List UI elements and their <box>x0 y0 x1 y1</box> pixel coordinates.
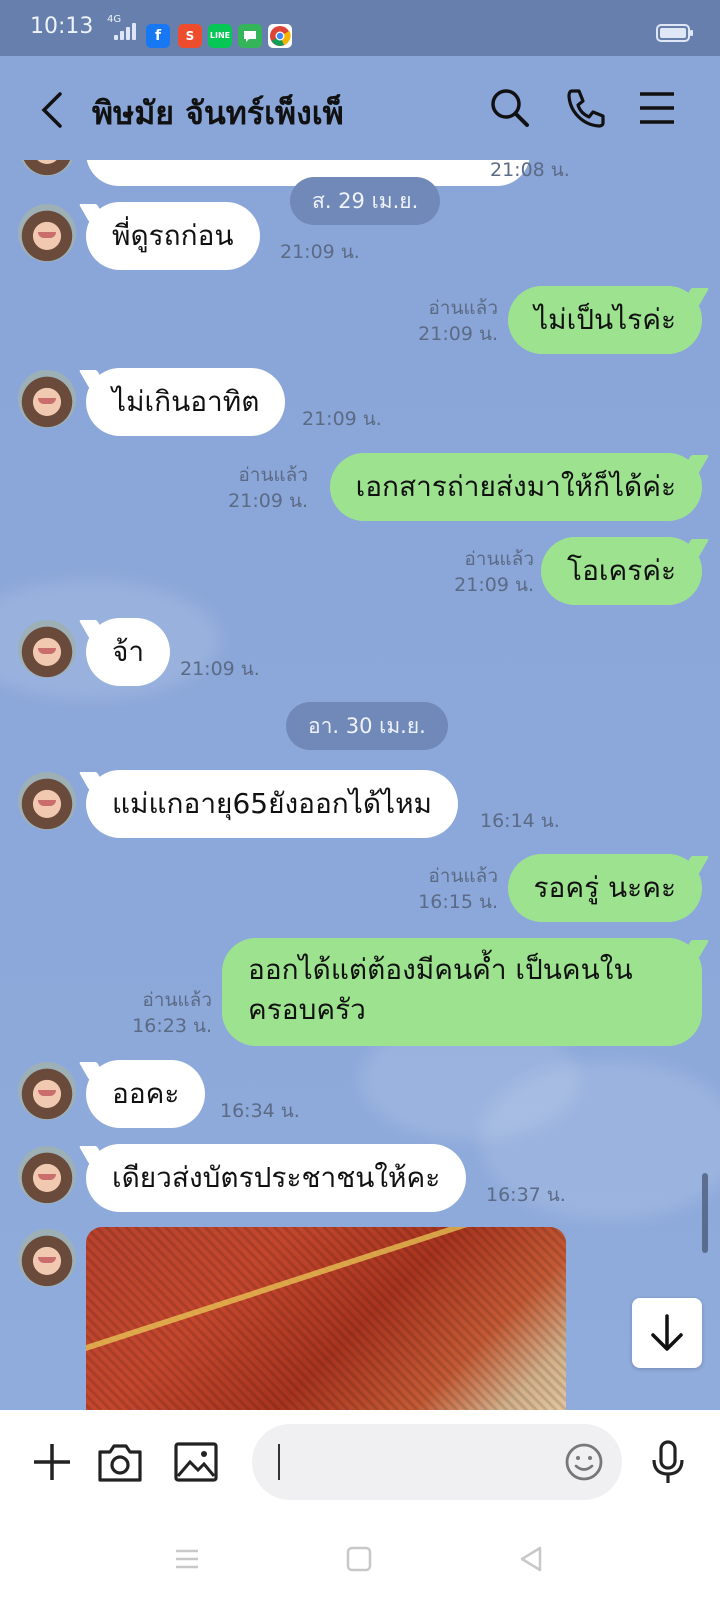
gallery-icon[interactable] <box>170 1436 222 1488</box>
message-bubble[interactable]: ออคะ <box>86 1060 206 1128</box>
avatar[interactable] <box>18 1062 76 1120</box>
message-field[interactable] <box>252 1424 622 1500</box>
read-receipt: อ่านแล้ว 16:23 น. <box>132 987 212 1039</box>
emoji-icon[interactable] <box>564 1442 604 1482</box>
message-bubble[interactable]: ไม่เกินอาทิต <box>86 368 286 436</box>
date-separator: อา. 30 เม.ย. <box>286 702 448 750</box>
recents-icon[interactable] <box>170 1542 204 1576</box>
scrollbar[interactable] <box>702 1173 708 1253</box>
menu-icon[interactable] <box>634 84 682 132</box>
battery-icon <box>656 24 693 42</box>
read-receipt: อ่านแล้ว 16:15 น. <box>418 863 498 915</box>
message-icon <box>238 24 262 48</box>
read-status: อ่านแล้ว <box>142 989 212 1011</box>
message-time: 21:08 น. <box>490 160 570 181</box>
message-line: ออกได้แต่ต้องมีคนค้ำ เป็นคนใน <box>248 953 633 986</box>
message-time: 21:09 น. <box>280 241 360 263</box>
message-bubble[interactable]: ออกได้แต่ต้องมีคนค้ำ เป็นคนใน ครอบครัว <box>222 938 702 1046</box>
message-bubble[interactable]: ไม่เป็นไรค่ะ <box>508 286 702 354</box>
system-nav-bar <box>0 1516 720 1600</box>
avatar[interactable] <box>18 1146 76 1204</box>
arrow-down-icon <box>651 1314 683 1351</box>
message-input-bar <box>0 1410 720 1516</box>
status-time: 10:13 <box>30 14 94 39</box>
message-bubble[interactable]: แม่แกอายุ65ยังออกได้ไหม <box>86 770 459 838</box>
avatar[interactable] <box>18 370 76 428</box>
chat-header: พิษมัย จันทร์เพ็งเพ็ <box>0 56 720 160</box>
message-bubble[interactable]: จ้า <box>86 618 171 686</box>
back-icon[interactable] <box>514 1542 548 1576</box>
avatar[interactable] <box>18 204 76 262</box>
back-arrow-icon[interactable] <box>34 86 70 134</box>
message-bubble[interactable]: เดียวส่งบัตรประชาชนให้คะ <box>86 1144 467 1212</box>
scroll-to-bottom-button[interactable] <box>632 1298 702 1368</box>
read-status: อ่านแล้ว <box>428 865 498 887</box>
phone-icon[interactable] <box>562 84 610 132</box>
status-bar: 10:13 4G f S LINE <box>0 0 720 56</box>
message-time: 21:09 น. <box>228 490 308 512</box>
microphone-icon[interactable] <box>642 1436 694 1488</box>
message-time: 16:37 น. <box>486 1184 566 1206</box>
read-receipt: อ่านแล้ว 21:09 น. <box>418 295 498 347</box>
avatar[interactable] <box>18 1229 76 1287</box>
text-cursor <box>278 1444 280 1480</box>
message-bubble[interactable]: รอครู่ นะคะ <box>507 854 702 922</box>
message-time: 21:09 น. <box>302 408 382 430</box>
plus-icon[interactable] <box>26 1436 78 1488</box>
avatar[interactable] <box>18 160 76 176</box>
shopee-icon: S <box>178 24 202 48</box>
chrome-icon <box>268 24 292 48</box>
contact-name[interactable]: พิษมัย จันทร์เพ็งเพ็ <box>92 88 344 139</box>
home-icon[interactable] <box>342 1542 376 1576</box>
message-line: ครอบครัว <box>248 993 366 1026</box>
message-time: 21:09 น. <box>454 574 534 596</box>
message-time: 16:23 น. <box>132 1015 212 1037</box>
signal-icon <box>108 22 136 40</box>
read-status: อ่านแล้ว <box>428 297 498 319</box>
read-status: อ่านแล้ว <box>464 548 534 570</box>
message-time: 21:09 น. <box>418 323 498 345</box>
line-icon: LINE <box>208 24 232 48</box>
read-receipt: อ่านแล้ว 21:09 น. <box>454 546 534 598</box>
read-status: อ่านแล้ว <box>238 464 308 486</box>
facebook-icon: f <box>146 24 170 48</box>
camera-icon[interactable] <box>94 1436 146 1488</box>
message-bubble[interactable]: เอกสารถ่ายส่งมาให้ก็ได้ค่ะ <box>329 453 702 521</box>
date-separator: ส. 29 เม.ย. <box>290 177 441 225</box>
message-bubble[interactable]: พี่ดูรถก่อน <box>86 202 260 270</box>
photo-message[interactable] <box>86 1227 566 1410</box>
message-time: 16:15 น. <box>418 891 498 913</box>
message-time: 16:14 น. <box>480 810 560 832</box>
message-time: 16:34 น. <box>220 1100 300 1122</box>
read-receipt: อ่านแล้ว 21:09 น. <box>228 462 308 514</box>
avatar[interactable] <box>18 620 76 678</box>
avatar[interactable] <box>18 772 76 830</box>
message-input[interactable] <box>286 1442 530 1484</box>
chat-area[interactable]: 21:08 น. ส. 29 เม.ย. พี่ดูรถก่อน 21:09 น… <box>0 160 720 1410</box>
message-time: 21:09 น. <box>180 658 260 680</box>
search-icon[interactable] <box>486 84 534 132</box>
message-bubble[interactable]: โอเครค่ะ <box>541 537 702 605</box>
